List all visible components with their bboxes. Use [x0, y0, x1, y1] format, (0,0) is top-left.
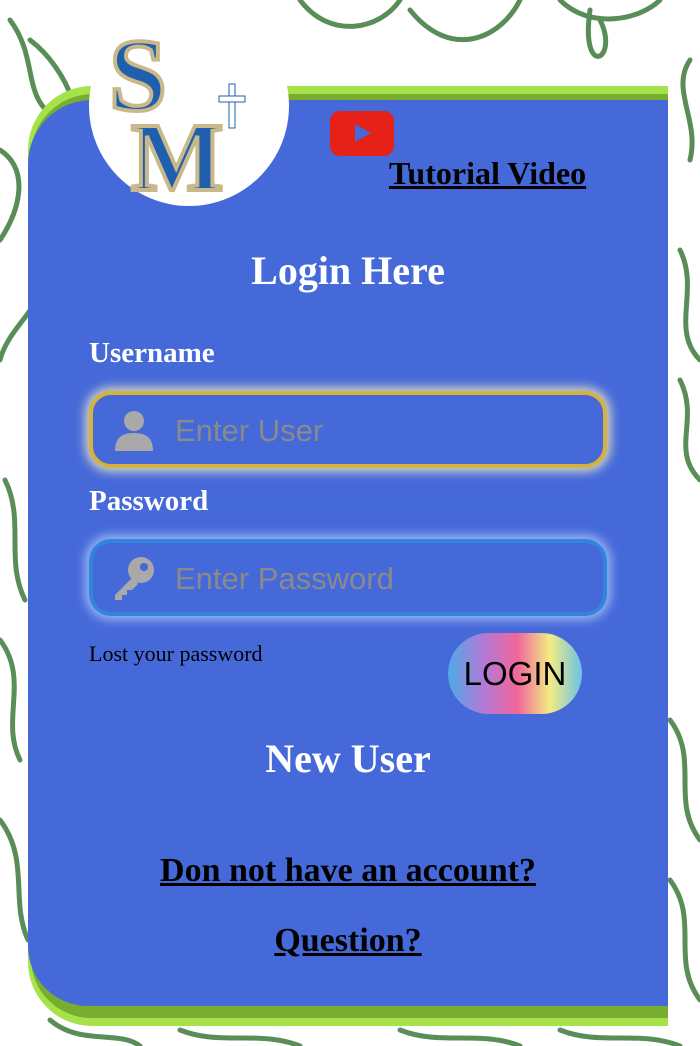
- new-user-heading: New User: [265, 736, 431, 781]
- youtube-play-icon[interactable]: [330, 111, 394, 156]
- svg-text:M: M: [131, 104, 224, 194]
- password-field[interactable]: [89, 539, 607, 616]
- school-logo: S M: [107, 18, 246, 194]
- lost-password-link[interactable]: Lost your password: [89, 641, 263, 667]
- login-title: Login Here: [251, 248, 445, 293]
- username-label: Username: [89, 337, 215, 369]
- user-icon: [115, 411, 153, 451]
- question-link[interactable]: Question?: [28, 922, 668, 960]
- register-link[interactable]: Don not have an account?: [28, 852, 668, 890]
- password-input[interactable]: [173, 551, 597, 607]
- username-input[interactable]: [173, 403, 597, 459]
- username-field[interactable]: [89, 391, 607, 468]
- password-label: Password: [89, 485, 209, 517]
- tutorial-video-link[interactable]: Tutorial Video: [389, 155, 586, 192]
- login-button[interactable]: LOGIN: [448, 633, 582, 714]
- play-triangle-icon: [355, 124, 371, 142]
- key-icon: [115, 557, 154, 600]
